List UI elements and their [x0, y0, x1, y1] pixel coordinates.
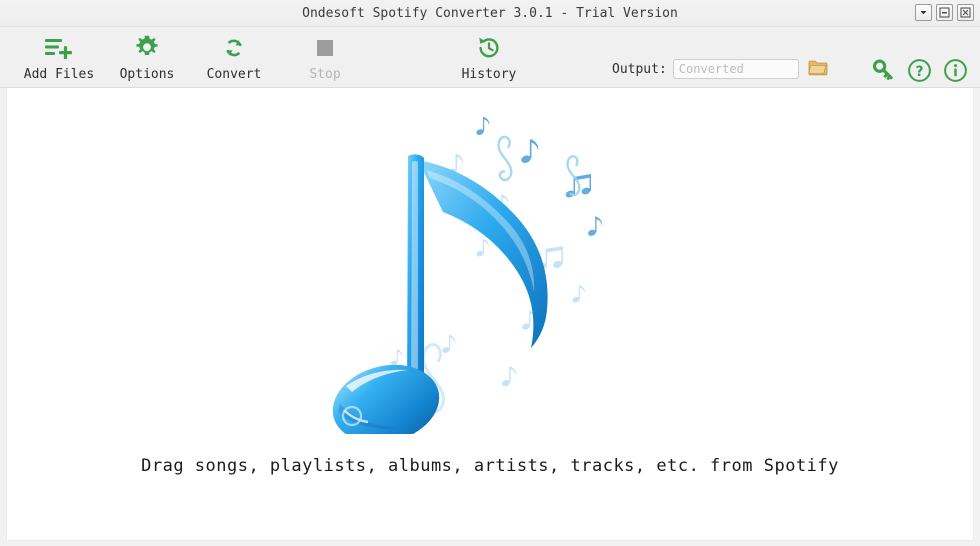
music-note-artwork — [330, 104, 650, 444]
gear-icon — [133, 32, 161, 64]
drop-hint-text: Drag songs, playlists, albums, artists, … — [141, 456, 839, 476]
app-window: Ondesoft Spotify Converter 3.0.1 - Trial… — [0, 0, 980, 546]
convert-refresh-icon — [220, 32, 248, 64]
stop-label: Stop — [309, 67, 341, 82]
stop-button[interactable]: Stop — [288, 27, 362, 87]
drop-area[interactable]: Drag songs, playlists, albums, artists, … — [6, 88, 974, 541]
add-files-button[interactable]: Add Files — [12, 27, 106, 87]
history-button[interactable]: History — [440, 27, 538, 87]
window-title: Ondesoft Spotify Converter 3.0.1 - Trial… — [302, 5, 678, 21]
folder-icon — [808, 59, 828, 80]
convert-label: Convert — [206, 67, 262, 82]
chevron-down-icon — [919, 8, 928, 17]
register-key-icon — [871, 58, 895, 86]
close-icon — [960, 7, 971, 18]
svg-text:?: ? — [915, 64, 923, 80]
main-toolbar: Add Files Options Convert Stop History O… — [0, 27, 980, 88]
minimize-button[interactable] — [936, 4, 953, 21]
window-controls — [915, 4, 974, 21]
toolbar-right-icons: ? — [870, 58, 968, 87]
stop-square-icon — [314, 32, 336, 64]
history-label: History — [461, 67, 517, 82]
close-button[interactable] — [957, 4, 974, 21]
status-bar — [0, 541, 980, 546]
convert-button[interactable]: Convert — [188, 27, 280, 87]
options-button[interactable]: Options — [106, 27, 188, 87]
output-folder-group: Output: — [612, 59, 829, 79]
title-bar: Ondesoft Spotify Converter 3.0.1 - Trial… — [0, 0, 980, 27]
info-icon — [943, 58, 968, 87]
output-path-input[interactable] — [672, 59, 799, 79]
history-clock-icon — [475, 32, 503, 64]
output-label: Output: — [612, 61, 667, 77]
register-key-button[interactable] — [870, 59, 896, 85]
add-files-icon — [44, 32, 74, 64]
help-question-icon: ? — [907, 58, 932, 87]
add-files-label: Add Files — [23, 67, 95, 82]
options-label: Options — [119, 67, 175, 82]
menu-dropdown-button[interactable] — [915, 4, 932, 21]
help-button[interactable]: ? — [906, 58, 932, 87]
browse-folder-button[interactable] — [807, 59, 829, 79]
about-button[interactable] — [942, 58, 968, 87]
minimize-icon — [939, 7, 950, 18]
